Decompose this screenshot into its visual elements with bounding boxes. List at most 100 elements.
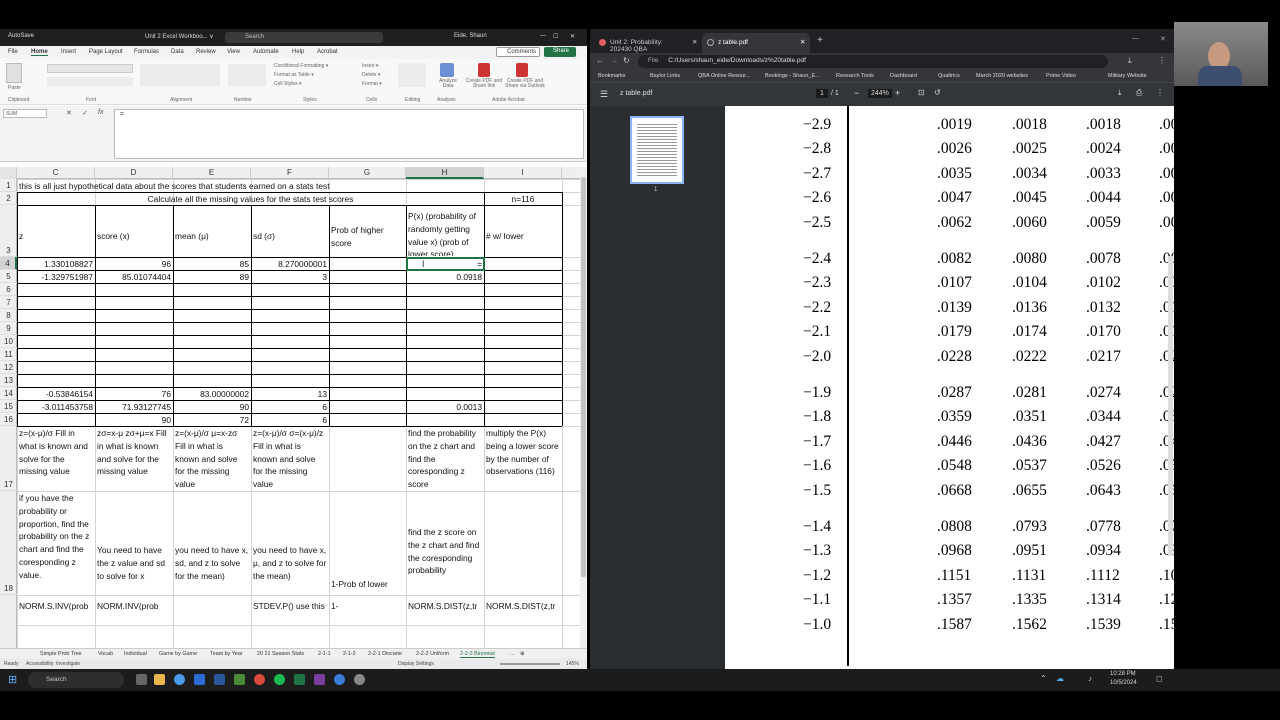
analyze-data-icon[interactable]: [440, 63, 454, 77]
bookmark-2[interactable]: QBA Online Resour...: [698, 73, 750, 79]
column-header-g[interactable]: G: [329, 167, 406, 179]
note-cell[interactable]: you need to have x, sd, and z to solve f…: [175, 492, 249, 594]
fit-page-icon[interactable]: ⊡: [918, 88, 925, 97]
note-cell[interactable]: find the probability on the z chart and …: [408, 427, 482, 490]
format-cells-button[interactable]: Format ▾: [362, 81, 382, 87]
note-cell[interactable]: find the z score on the z chart and find…: [408, 492, 482, 594]
paste-icon[interactable]: [6, 63, 22, 83]
data-cell[interactable]: [486, 414, 560, 425]
pdf-zoom-input[interactable]: 244%: [868, 89, 892, 98]
editing-buttons[interactable]: [398, 63, 426, 87]
header-cell[interactable]: Prob of higher score: [331, 206, 404, 256]
url-field[interactable]: File C:/Users/shaun_eide/Downloads/z%20t…: [638, 55, 1108, 68]
data-cell[interactable]: 96: [97, 258, 171, 269]
clock-date[interactable]: 10/5/2024: [1110, 680, 1137, 686]
row-header[interactable]: 10: [0, 335, 17, 348]
data-cell[interactable]: [331, 258, 404, 269]
volume-icon[interactable]: ♪: [1088, 674, 1092, 683]
format-as-table-button[interactable]: Format as Table ▾: [274, 72, 314, 78]
bookmark-1[interactable]: Baylor Links: [650, 73, 680, 79]
menu-review[interactable]: Review: [196, 49, 216, 55]
select-all-corner[interactable]: [0, 167, 17, 179]
data-cell[interactable]: [408, 388, 482, 399]
formula-note-cell[interactable]: [175, 596, 249, 624]
tab-close-icon[interactable]: ✕: [692, 38, 697, 46]
windows-start-icon[interactable]: ⊞: [8, 673, 17, 686]
bookmark-0[interactable]: Bookmarks: [598, 73, 626, 79]
row-header[interactable]: 8: [0, 309, 17, 322]
workbook-title[interactable]: Unit 2 Excel Workboo... ∨: [145, 33, 214, 40]
create-pdf-share-icon[interactable]: [478, 63, 490, 77]
data-cell[interactable]: [331, 388, 404, 399]
conditional-formatting-button[interactable]: Conditional Formatting ▾: [274, 63, 328, 69]
tab-unit2[interactable]: Unit 2: Probability: 202430 QBA ✕: [594, 33, 702, 53]
sheet-tab[interactable]: 2-2-2 Uniform: [416, 651, 449, 657]
tray-chevron-icon[interactable]: ⌃: [1040, 674, 1047, 683]
app-icon-green[interactable]: [234, 674, 245, 685]
sheet-tab[interactable]: Team by Year: [210, 651, 243, 657]
data-cell[interactable]: 85.01074404: [97, 271, 171, 282]
excel-icon[interactable]: [294, 674, 305, 685]
formula-note-cell[interactable]: STDEV.P() use this: [253, 596, 327, 624]
column-header-e[interactable]: E: [173, 167, 251, 179]
bookmark-3[interactable]: Bookings - Shaun_E...: [765, 73, 820, 79]
reload-icon[interactable]: ↻: [623, 56, 630, 65]
bookmark-7[interactable]: March 2020 websites: [976, 73, 1028, 79]
display-settings[interactable]: Display Settings: [398, 661, 434, 667]
pdf-page-input[interactable]: 1: [816, 89, 828, 98]
chrome-icon[interactable]: [174, 674, 185, 685]
column-header-d[interactable]: D: [95, 167, 173, 179]
note-cell[interactable]: you need to have x, μ, and z to solve fo…: [253, 492, 327, 594]
menu-insert[interactable]: Insert: [61, 49, 76, 55]
header-cell[interactable]: score (x): [97, 206, 171, 256]
row-header[interactable]: 9: [0, 322, 17, 335]
data-cell[interactable]: 72: [175, 414, 249, 425]
autosave-label[interactable]: AutoSave: [8, 33, 34, 39]
cancel-formula-icon[interactable]: ✕: [66, 109, 72, 117]
scrollbar-thumb[interactable]: [581, 177, 586, 577]
note-cell[interactable]: [331, 427, 404, 490]
row-header[interactable]: 12: [0, 361, 17, 374]
pdf-print-icon[interactable]: ⎙: [1136, 88, 1142, 98]
downloads-icon[interactable]: ⤓: [1128, 56, 1132, 66]
row-header[interactable]: 5: [0, 270, 17, 283]
row-header[interactable]: 2: [0, 192, 17, 205]
note-cell[interactable]: 1-Prob of lower: [331, 492, 404, 594]
data-cell[interactable]: 89: [175, 271, 249, 282]
header-cell[interactable]: P(x) (probability of randomly getting va…: [408, 206, 482, 256]
menu-automate[interactable]: Automate: [253, 49, 279, 55]
sheet-tab[interactable]: 2-2-1 Discrete: [368, 651, 402, 657]
close-icon[interactable]: ✕: [570, 33, 575, 40]
sheet-tab[interactable]: 20 21 Season Stats: [257, 651, 304, 657]
row-header[interactable]: 1: [0, 179, 17, 192]
new-tab-button[interactable]: +: [817, 35, 823, 46]
zoom-app-icon[interactable]: [334, 674, 345, 685]
bookmark-4[interactable]: Research Tools: [836, 73, 874, 79]
row-header[interactable]: 3: [0, 205, 17, 257]
menu-view[interactable]: View: [227, 49, 240, 55]
data-cell[interactable]: [408, 414, 482, 425]
data-cell[interactable]: 76: [97, 388, 171, 399]
zoom-out-icon[interactable]: −: [854, 88, 859, 98]
note-cell[interactable]: [486, 492, 560, 594]
note-cell[interactable]: zσ=x-μ zσ+μ=x Fill in what is known and …: [97, 427, 171, 490]
bookmark-5[interactable]: Dashboard: [890, 73, 917, 79]
header-cell[interactable]: sd (σ): [253, 206, 327, 256]
data-cell[interactable]: [486, 258, 560, 269]
create-pdf-outlook-icon[interactable]: [516, 63, 528, 77]
zoom-in-icon[interactable]: +: [895, 88, 900, 98]
back-icon[interactable]: ←: [596, 56, 604, 65]
formula-note-cell[interactable]: 1-: [331, 596, 404, 624]
active-cell-outline[interactable]: [406, 257, 485, 271]
cell-styles-button[interactable]: Cell Styles ▾: [274, 81, 302, 87]
alignment-buttons[interactable]: [140, 64, 220, 86]
data-cell[interactable]: 90: [97, 414, 171, 425]
data-cell[interactable]: 0.0013: [408, 401, 482, 412]
sheet-tab[interactable]: Simple Prob Tree: [40, 651, 82, 657]
data-cell[interactable]: [486, 271, 560, 282]
menu-file[interactable]: File: [8, 49, 18, 55]
data-cell[interactable]: [331, 401, 404, 412]
comments-button[interactable]: Comments: [496, 47, 540, 57]
sheet-tab[interactable]: 2-2-3 Binomial: [460, 651, 495, 658]
menu-page-layout[interactable]: Page Layout: [89, 49, 123, 55]
